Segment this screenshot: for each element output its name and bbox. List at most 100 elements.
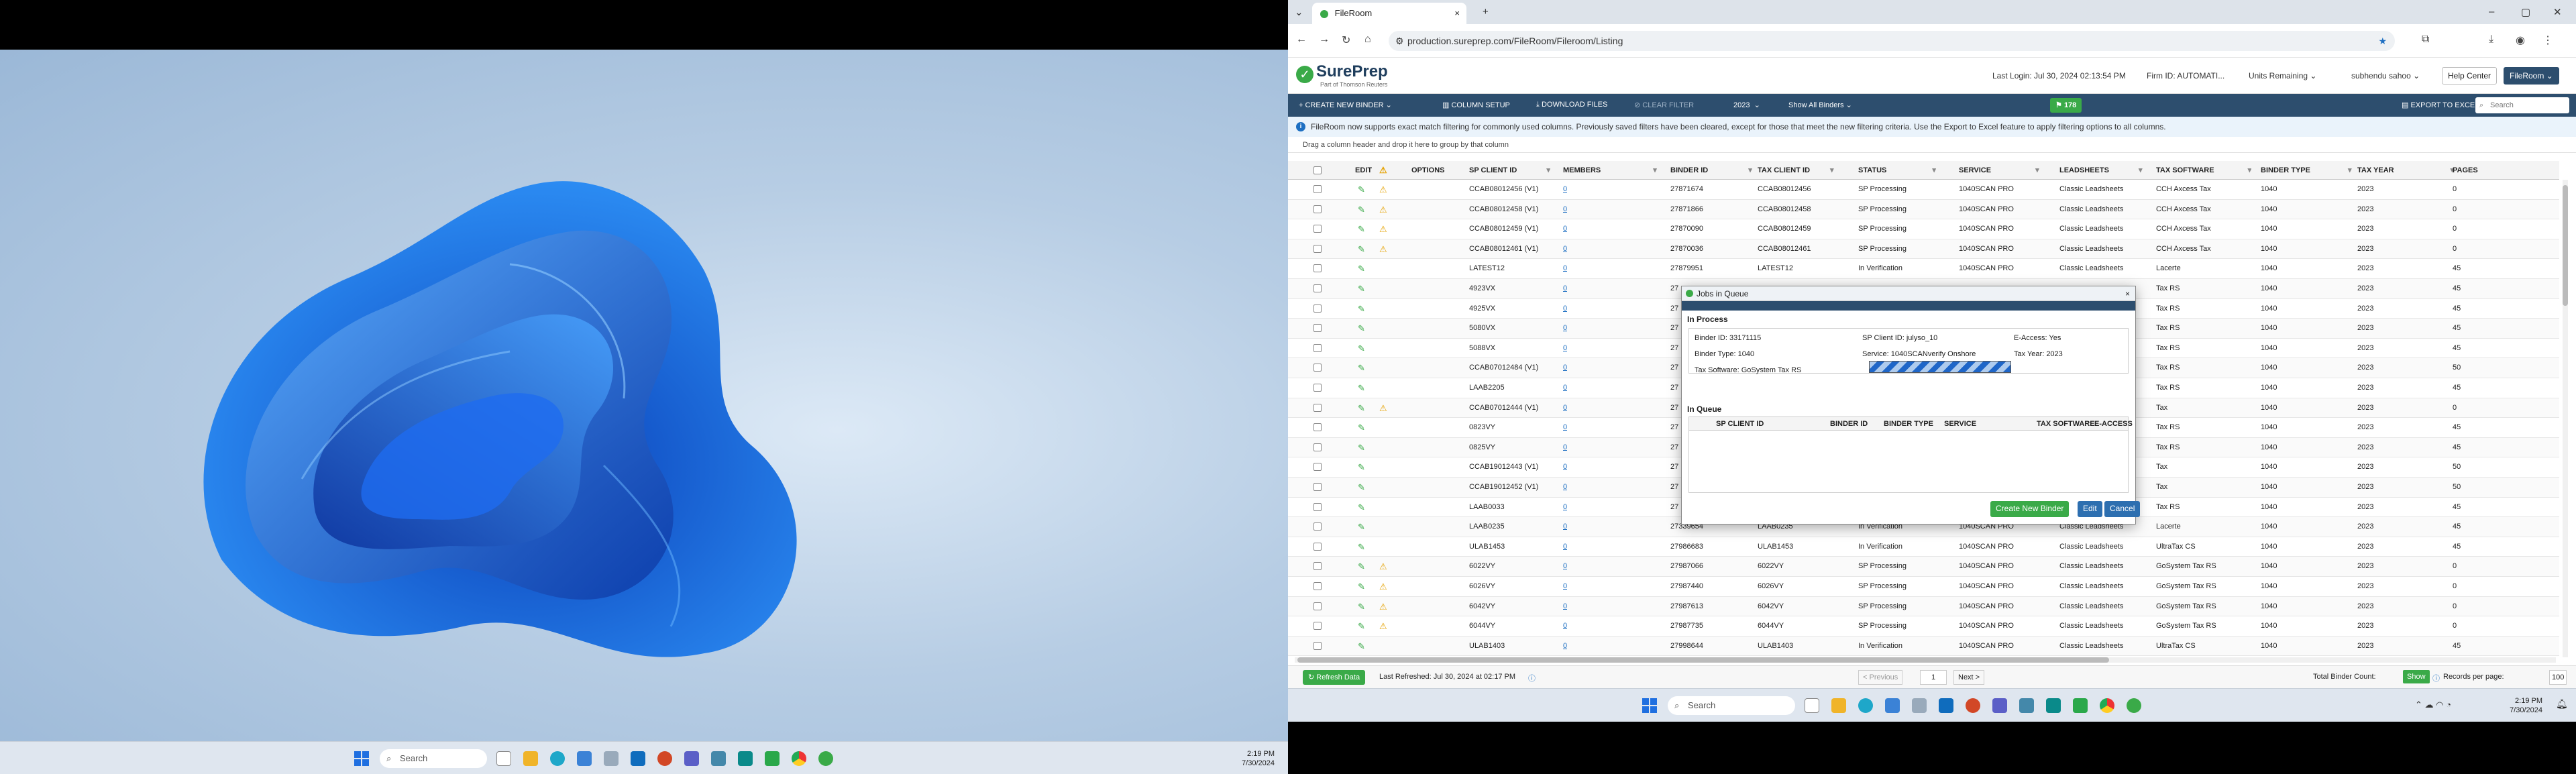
cell-members[interactable]: 0 (1563, 457, 1567, 477)
cell-members[interactable]: 0 (1563, 378, 1567, 398)
cell-sp-client-id[interactable]: 0825VY (1469, 438, 1495, 457)
edit-pencil-icon[interactable]: ✎ (1358, 517, 1365, 537)
download-files-button[interactable]: ⤓ DOWNLOAD FILES (1536, 101, 1607, 109)
app-icon[interactable] (604, 751, 619, 766)
row-checkbox[interactable] (1313, 577, 1322, 596)
teams-icon[interactable] (1992, 698, 2007, 713)
cell-sp-client-id[interactable]: 6042VY (1469, 597, 1495, 616)
cell-sp-client-id[interactable]: CCAB08012458 (V1) (1469, 200, 1538, 219)
edit-pencil-icon[interactable]: ✎ (1358, 597, 1365, 616)
sharepoint-icon[interactable] (2046, 698, 2061, 713)
cell-members[interactable]: 0 (1563, 616, 1567, 636)
cell-members[interactable]: 0 (1563, 557, 1567, 576)
maximize-icon[interactable]: ▢ (2521, 6, 2530, 18)
filter-icon[interactable]: ▾ (2035, 166, 2039, 174)
row-checkbox[interactable] (1313, 537, 1322, 557)
table-row[interactable]: ✎ ULAB1403 0 27998644 ULAB1403 In Verificatio… (1288, 636, 2559, 657)
cell-members[interactable]: 0 (1563, 597, 1567, 616)
cell-members[interactable]: 0 (1563, 438, 1567, 457)
row-checkbox[interactable] (1313, 219, 1322, 239)
file-explorer-icon[interactable] (523, 751, 538, 766)
edit-pencil-icon[interactable]: ✎ (1358, 418, 1365, 437)
col-service[interactable]: SERVICE ▾ (1959, 161, 2039, 179)
chrome-icon[interactable] (792, 751, 806, 766)
cell-members[interactable]: 0 (1563, 180, 1567, 199)
show-count-button[interactable]: Show (2403, 670, 2430, 683)
filter-icon[interactable]: ▾ (1546, 166, 1550, 174)
cell-sp-client-id[interactable]: LAAB0033 (1469, 498, 1505, 517)
cell-sp-client-id[interactable]: 4923VX (1469, 279, 1495, 298)
edit-pencil-icon[interactable]: ✎ (1358, 259, 1365, 278)
cell-members[interactable]: 0 (1563, 358, 1567, 378)
cell-members[interactable]: 0 (1563, 498, 1567, 517)
select-all-checkbox[interactable] (1313, 161, 1322, 179)
row-checkbox[interactable] (1313, 517, 1322, 537)
start-icon[interactable] (1642, 698, 1657, 713)
records-per-page-select[interactable]: 100 (2549, 670, 2567, 685)
help-center-button[interactable]: Help Center (2442, 67, 2498, 85)
cell-members[interactable]: 0 (1563, 517, 1567, 537)
task-view-icon[interactable] (496, 751, 511, 766)
close-dialog-icon[interactable]: × (2125, 286, 2130, 301)
edit-pencil-icon[interactable]: ✎ (1358, 180, 1365, 199)
help-icon[interactable]: ⓘ (1528, 673, 1536, 683)
year-dropdown[interactable]: 2023 ⌄ (1733, 101, 1760, 109)
table-row[interactable]: ✎ ⚠ CCAB08012458 (V1) 0 27871866 CCAB08012458… (1288, 199, 2559, 220)
col-status[interactable]: STATUS ▾ (1858, 161, 1936, 179)
close-tab-icon[interactable]: × (1454, 3, 1460, 24)
taskbar-search[interactable]: ⌕ Search (380, 749, 487, 768)
edit-pencil-icon[interactable]: ✎ (1358, 239, 1365, 259)
col-binder-id[interactable]: BINDER ID ▾ (1670, 161, 1752, 179)
filter-icon[interactable]: ▾ (1932, 166, 1936, 174)
sharepoint-icon[interactable] (738, 751, 753, 766)
group-by-drop-zone[interactable]: Drag a column header and drop it here to… (1288, 137, 2576, 153)
create-new-binder-menu[interactable]: + CREATE NEW BINDER ⌄ (1299, 101, 1392, 109)
col-tax-client-id[interactable]: TAX CLIENT ID ▾ (1758, 161, 1834, 179)
edit-pencil-icon[interactable]: ✎ (1358, 378, 1365, 398)
row-checkbox[interactable] (1313, 339, 1322, 358)
sureprep-taskbar-icon[interactable] (2127, 698, 2141, 713)
cell-sp-client-id[interactable]: CCAB07012484 (V1) (1469, 358, 1538, 378)
table-row[interactable]: ✎ ⚠ 6022VY 0 27987066 6022VY SP Processing 1040… (1288, 557, 2559, 577)
edit-pencil-icon[interactable]: ✎ (1358, 438, 1365, 457)
edit-pencil-icon[interactable]: ✎ (1358, 577, 1365, 596)
minimize-icon[interactable]: – (2489, 6, 2494, 17)
edit-pencil-icon[interactable]: ✎ (1358, 200, 1365, 219)
cell-sp-client-id[interactable]: CCAB08012461 (V1) (1469, 239, 1538, 259)
col-sp-client-id[interactable]: SP CLIENT ID ▾ (1469, 161, 1550, 179)
grid-scrollbar[interactable] (2563, 180, 2568, 657)
cell-sp-client-id[interactable]: CCAB19012443 (V1) (1469, 457, 1538, 477)
row-checkbox[interactable] (1313, 498, 1322, 517)
powerpoint-icon[interactable] (657, 751, 672, 766)
store-icon[interactable] (577, 751, 592, 766)
edit-pencil-icon[interactable]: ✎ (1358, 457, 1365, 477)
table-row[interactable]: ✎ ULAB1453 0 27986683 ULAB1453 In Verificatio… (1288, 537, 2559, 557)
row-checkbox[interactable] (1313, 358, 1322, 378)
filter-icon[interactable]: ▾ (1653, 166, 1657, 174)
site-info-icon[interactable]: ⚙ (1395, 31, 1404, 51)
row-checkbox[interactable] (1313, 239, 1322, 259)
extensions-icon[interactable]: ⧉ (2422, 34, 2429, 46)
filter-icon[interactable]: ▾ (2248, 166, 2252, 174)
cell-sp-client-id[interactable]: 6022VY (1469, 557, 1495, 576)
sureprep-logo[interactable]: ✓ SurePrep Part of Thomson Reuters (1296, 62, 1388, 88)
cell-members[interactable]: 0 (1563, 637, 1567, 656)
cell-members[interactable]: 0 (1563, 537, 1567, 557)
close-window-icon[interactable]: ✕ (2553, 6, 2562, 18)
table-row[interactable]: ✎ ⚠ 6026VY 0 27987440 6026VY SP Processing 1040… (1288, 577, 2559, 597)
notification-bell-icon[interactable]: 🔔︎ (2556, 698, 2568, 710)
table-row[interactable]: ✎ ⚠ 6044VY 0 27987735 6044VY SP Processing 1040… (1288, 616, 2559, 637)
units-remaining-dropdown[interactable]: Units Remaining ⌄ (2249, 71, 2316, 80)
bookmark-star-icon[interactable]: ★ (2378, 31, 2387, 51)
edit-pencil-icon[interactable]: ✎ (1358, 478, 1365, 497)
col-pages[interactable]: PAGES (2453, 161, 2478, 179)
refresh-data-button[interactable]: ↻ Refresh Data (1303, 670, 1366, 685)
show-binders-dropdown[interactable]: Show All Binders ⌄ (1788, 101, 1852, 109)
filter-icon[interactable]: ▾ (1830, 166, 1834, 174)
binder-count-badge[interactable]: ⚑ 178 (2050, 98, 2082, 113)
filter-icon[interactable]: ▾ (2348, 166, 2352, 174)
col-tax-year[interactable]: TAX YEAR ▾ (2357, 161, 2454, 179)
taskbar-search[interactable]: ⌕ Search (1668, 696, 1795, 715)
col-binder-type[interactable]: BINDER TYPE ▾ (2261, 161, 2352, 179)
cancel-button[interactable]: Cancel (2104, 501, 2141, 517)
